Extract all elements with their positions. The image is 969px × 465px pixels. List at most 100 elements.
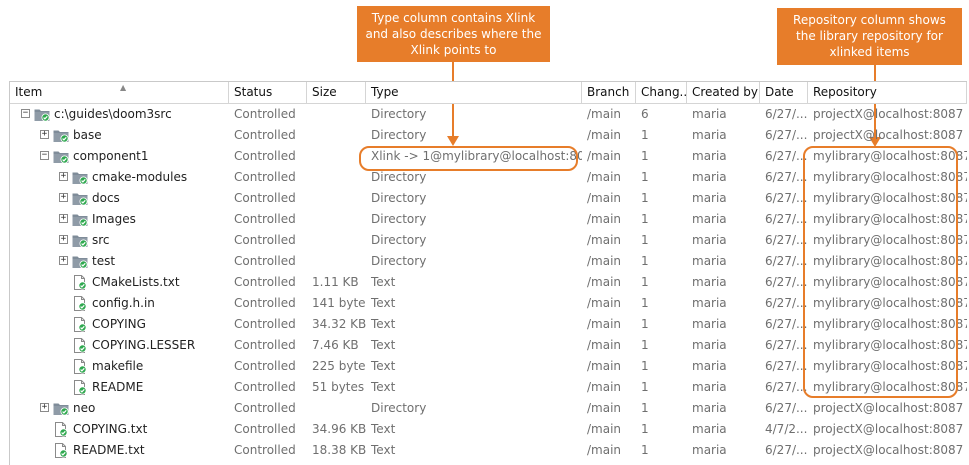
created-by-cell: maria <box>692 443 727 457</box>
column-header-size[interactable]: Size <box>307 82 366 103</box>
item-cell[interactable]: COPYING <box>10 314 229 335</box>
repository-cell: projectX@localhost:8087 <box>813 107 964 121</box>
size-cell <box>307 230 366 251</box>
changeset-cell: 1 <box>641 275 649 289</box>
column-header-type[interactable]: Type <box>366 82 582 103</box>
changeset-cell: 1 <box>641 191 649 205</box>
column-header-date[interactable]: Date <box>760 82 808 103</box>
item-cell[interactable]: + test <box>10 251 229 272</box>
changeset-cell: 1 <box>641 296 649 310</box>
changeset-cell: 1 <box>641 170 649 184</box>
created-by-cell: maria <box>692 422 727 436</box>
item-name: Images <box>92 212 136 226</box>
item-cell[interactable]: README.txt <box>10 440 229 461</box>
controlled-file-icon <box>72 275 88 290</box>
controlled-file-icon <box>53 422 69 437</box>
changeset-cell: 1 <box>641 359 649 373</box>
item-cell[interactable]: COPYING.LESSER <box>10 335 229 356</box>
repository-cell: projectX@localhost:8087 <box>813 401 964 415</box>
controlled-folder-icon <box>53 149 69 164</box>
controlled-file-icon <box>72 317 88 332</box>
item-name: test <box>92 254 116 268</box>
size-cell <box>307 167 366 188</box>
changeset-cell: 1 <box>641 317 649 331</box>
item-cell[interactable]: + cmake-modules <box>10 167 229 188</box>
created-by-cell: maria <box>692 275 727 289</box>
expand-icon[interactable]: + <box>40 130 49 139</box>
created-by-cell: maria <box>692 254 727 268</box>
collapse-icon[interactable]: − <box>21 109 30 118</box>
branch-cell: /main <box>587 107 622 121</box>
status-cell: Controlled <box>234 443 296 457</box>
created-by-cell: maria <box>692 170 727 184</box>
column-header-branch[interactable]: Branch <box>582 82 636 103</box>
type-cell: Text <box>371 380 396 394</box>
item-cell[interactable]: COPYING.txt <box>10 419 229 440</box>
date-cell: 6/27/... <box>765 233 808 247</box>
item-cell[interactable]: README <box>10 377 229 398</box>
type-cell: Text <box>371 275 396 289</box>
expand-icon[interactable]: + <box>40 403 49 412</box>
table-row[interactable]: + neo Controlled Directory/main 1 maria 6/27/.… <box>10 398 967 419</box>
date-cell: 6/27/... <box>765 170 808 184</box>
sort-ascending-icon: ▲ <box>120 83 127 92</box>
table-row[interactable]: + base Controlled Directory/main 1 maria 6/27/… <box>10 125 967 146</box>
item-name: COPYING <box>92 317 146 331</box>
repository-column-callout: Repository column shows the library repo… <box>777 8 962 65</box>
expand-icon[interactable]: + <box>59 214 68 223</box>
status-cell: Controlled <box>234 380 296 394</box>
controlled-folder-icon <box>53 128 69 143</box>
size-cell <box>307 209 366 230</box>
table-row[interactable]: README.txt Controlled 18.38 KB Text/main 1 ma… <box>10 440 967 461</box>
created-by-cell: maria <box>692 233 727 247</box>
type-cell: Directory <box>371 191 427 205</box>
status-cell: Controlled <box>234 254 296 268</box>
item-cell[interactable]: CMakeLists.txt <box>10 272 229 293</box>
status-cell: Controlled <box>234 422 296 436</box>
created-by-cell: maria <box>692 359 727 373</box>
item-cell[interactable]: − c:\guides\doom3src <box>10 104 229 125</box>
date-cell: 6/27/... <box>765 401 808 415</box>
collapse-icon[interactable]: − <box>40 151 49 160</box>
changeset-cell: 1 <box>641 128 649 142</box>
item-name: makefile <box>92 359 144 373</box>
type-cell: Text <box>371 359 396 373</box>
size-cell <box>307 251 366 272</box>
item-cell[interactable]: + docs <box>10 188 229 209</box>
expand-icon[interactable]: + <box>59 235 68 244</box>
item-name: README.txt <box>73 443 145 457</box>
controlled-folder-icon <box>72 170 88 185</box>
column-header-status[interactable]: Status <box>229 82 307 103</box>
column-header-repository[interactable]: Repository <box>808 82 967 103</box>
branch-cell: /main <box>587 275 622 289</box>
status-cell: Controlled <box>234 401 296 415</box>
column-header-created-by[interactable]: Created by <box>687 82 760 103</box>
item-cell[interactable]: config.h.in <box>10 293 229 314</box>
date-cell: 4/7/2... <box>765 422 808 436</box>
table-row[interactable]: − c:\guides\doom3src Controlled Directory/m… <box>10 104 967 125</box>
item-name: component1 <box>73 149 149 163</box>
status-cell: Controlled <box>234 296 296 310</box>
status-cell: Controlled <box>234 359 296 373</box>
status-cell: Controlled <box>234 317 296 331</box>
item-cell[interactable]: + Images <box>10 209 229 230</box>
table-row[interactable]: COPYING.txt Controlled 34.96 KB Text/main 1 m… <box>10 419 967 440</box>
item-cell[interactable]: + base <box>10 125 229 146</box>
item-cell[interactable]: + neo <box>10 398 229 419</box>
item-cell[interactable]: − component1 <box>10 146 229 167</box>
expand-icon[interactable]: + <box>59 193 68 202</box>
expand-icon[interactable]: + <box>59 172 68 181</box>
type-callout-text: Type column contains Xlink and also desc… <box>365 11 542 57</box>
branch-cell: /main <box>587 212 622 226</box>
item-cell[interactable]: + src <box>10 230 229 251</box>
item-cell[interactable]: makefile <box>10 356 229 377</box>
item-name: src <box>92 233 110 247</box>
status-cell: Controlled <box>234 170 296 184</box>
branch-cell: /main <box>587 296 622 310</box>
column-header-changeset[interactable]: Chang... <box>636 82 687 103</box>
repository-cell: projectX@localhost:8087 <box>813 443 964 457</box>
branch-cell: /main <box>587 149 622 163</box>
expand-icon[interactable]: + <box>59 256 68 265</box>
controlled-folder-icon <box>72 191 88 206</box>
created-by-cell: maria <box>692 296 727 310</box>
